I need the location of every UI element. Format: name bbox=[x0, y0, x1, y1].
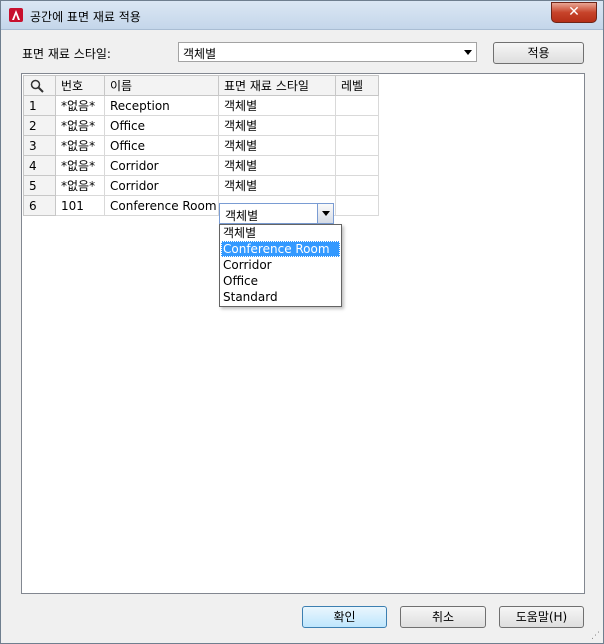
cell-surface-style[interactable]: 객체별 bbox=[218, 135, 336, 156]
cancel-button[interactable]: 취소 bbox=[400, 606, 486, 628]
table-row[interactable]: 1 *없음* Reception 객체별 bbox=[23, 95, 379, 116]
spaces-table: 번호 이름 표면 재료 스타일 레벨 1 *없음* Reception 객체별 … bbox=[23, 75, 379, 216]
cell-name[interactable]: Corridor bbox=[104, 175, 219, 196]
row-index: 1 bbox=[23, 95, 56, 116]
dropdown-arrow-icon[interactable] bbox=[317, 204, 333, 223]
ok-button[interactable]: 확인 bbox=[302, 606, 387, 628]
cell-surface-style[interactable]: 객체별 bbox=[218, 115, 336, 136]
title-bar[interactable]: 공간에 표면 재료 적용 ✕ bbox=[1, 1, 603, 30]
window-title: 공간에 표면 재료 적용 bbox=[30, 10, 141, 24]
cell-number[interactable]: *없음* bbox=[55, 155, 105, 176]
cell-number[interactable]: *없음* bbox=[55, 95, 105, 116]
close-button[interactable]: ✕ bbox=[551, 2, 597, 23]
cell-surface-style[interactable]: 객체별 bbox=[218, 155, 336, 176]
search-icon[interactable] bbox=[30, 79, 44, 93]
column-header-level[interactable]: 레벨 bbox=[335, 75, 379, 96]
cell-surface-style[interactable]: 객체별 bbox=[218, 175, 336, 196]
dropdown-option[interactable]: Standard bbox=[221, 289, 340, 305]
row-index: 6 bbox=[23, 195, 56, 216]
column-header-name[interactable]: 이름 bbox=[104, 75, 219, 96]
cell-name[interactable]: Office bbox=[104, 135, 219, 156]
cell-name[interactable]: Office bbox=[104, 115, 219, 136]
dropdown-option-selected[interactable]: Conference Room bbox=[221, 241, 340, 257]
table-row[interactable]: 5 *없음* Corridor 객체별 bbox=[23, 175, 379, 196]
cell-name[interactable]: Corridor bbox=[104, 155, 219, 176]
dialog-window: 공간에 표면 재료 적용 ✕ 표면 재료 스타일: 객체별 적용 번호 이름 표 bbox=[0, 0, 604, 644]
row-style-combo-value: 객체별 bbox=[225, 209, 259, 223]
cell-level[interactable] bbox=[335, 95, 379, 116]
dropdown-option[interactable]: Corridor bbox=[221, 257, 340, 273]
row-index: 2 bbox=[23, 115, 56, 136]
search-column-header[interactable] bbox=[23, 75, 56, 96]
table-row[interactable]: 4 *없음* Corridor 객체별 bbox=[23, 155, 379, 176]
surface-style-combo[interactable]: 객체별 bbox=[178, 42, 477, 62]
cell-number[interactable]: 101 bbox=[55, 195, 105, 216]
cell-surface-style[interactable]: 객체별 bbox=[218, 95, 336, 116]
cell-name[interactable]: Reception bbox=[104, 95, 219, 116]
header-row: 번호 이름 표면 재료 스타일 레벨 bbox=[23, 75, 379, 96]
cell-name[interactable]: Conference Room bbox=[104, 195, 219, 216]
cell-level[interactable] bbox=[335, 135, 379, 156]
row-index: 3 bbox=[23, 135, 56, 156]
autocad-logo-icon bbox=[9, 8, 23, 22]
column-header-surface-style[interactable]: 표면 재료 스타일 bbox=[218, 75, 336, 96]
cell-level[interactable] bbox=[335, 115, 379, 136]
apply-button[interactable]: 적용 bbox=[493, 42, 584, 64]
spaces-grid: 번호 이름 표면 재료 스타일 레벨 1 *없음* Reception 객체별 … bbox=[21, 73, 585, 594]
chevron-down-icon bbox=[464, 50, 472, 55]
cell-number[interactable]: *없음* bbox=[55, 135, 105, 156]
surface-style-combo-value: 객체별 bbox=[183, 47, 217, 61]
row-index: 5 bbox=[23, 175, 56, 196]
cell-number[interactable]: *없음* bbox=[55, 175, 105, 196]
cell-level[interactable] bbox=[335, 155, 379, 176]
row-index: 4 bbox=[23, 155, 56, 176]
cell-level[interactable] bbox=[335, 195, 379, 216]
style-dropdown-list: 객체별 Conference Room Corridor Office Stan… bbox=[219, 224, 342, 307]
dropdown-option[interactable]: Office bbox=[221, 273, 340, 289]
cell-level[interactable] bbox=[335, 175, 379, 196]
row-style-combo[interactable]: 객체별 bbox=[219, 203, 334, 224]
cell-number[interactable]: *없음* bbox=[55, 115, 105, 136]
table-row[interactable]: 3 *없음* Office 객체별 bbox=[23, 135, 379, 156]
surface-style-label: 표면 재료 스타일: bbox=[22, 47, 111, 61]
resize-grip-icon[interactable]: ⋰ bbox=[591, 631, 601, 641]
table-row[interactable]: 2 *없음* Office 객체별 bbox=[23, 115, 379, 136]
column-header-number[interactable]: 번호 bbox=[55, 75, 105, 96]
dropdown-option[interactable]: 객체별 bbox=[221, 225, 340, 241]
help-button[interactable]: 도움말(H) bbox=[499, 606, 584, 628]
